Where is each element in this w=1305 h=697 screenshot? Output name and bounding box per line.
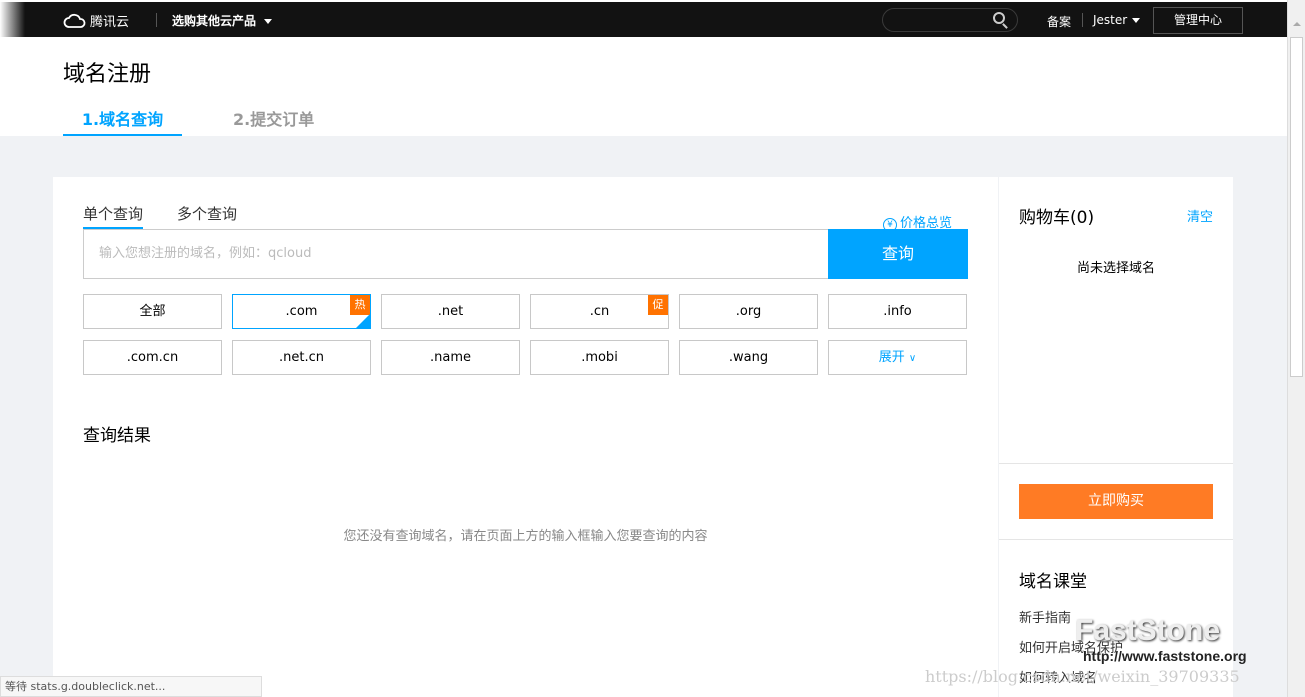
tld-option[interactable]: 全部 <box>83 294 222 329</box>
tld-label: .wang <box>728 350 769 365</box>
window-edge <box>0 2 25 37</box>
tld-option[interactable]: .com 热 <box>232 294 371 329</box>
tld-label: .com.cn <box>126 350 179 365</box>
page-header: 域名注册 1.域名查询 2.提交订单 <box>0 37 1287 136</box>
lesson-link[interactable]: 新手指南 <box>1019 607 1071 626</box>
tab-multi-query[interactable]: 多个查询 <box>177 203 237 229</box>
query-panel: 单个查询 多个查询 ¥ 价格总览 输入您想注册的域名，例如：qcloud 查询 全… <box>53 177 998 697</box>
tencent-cloud-logo[interactable]: 腾讯云 <box>63 11 129 30</box>
console-button[interactable]: 管理中心 <box>1153 7 1243 34</box>
tld-badge: 促 <box>648 295 668 315</box>
tld-label: .net.cn <box>279 350 324 365</box>
expand-label: 展开 <box>878 350 905 365</box>
tld-label: 全部 <box>139 304 166 319</box>
divider <box>999 463 1233 464</box>
search-input[interactable] <box>882 8 1018 32</box>
watermark-blog: https://blog.csdn.net/weixin_39709335 <box>925 667 1240 686</box>
products-label: 选购其他云产品 <box>172 14 257 28</box>
cloud-icon <box>63 13 86 28</box>
beian-link[interactable]: 备案 <box>1047 13 1071 30</box>
divider <box>999 539 1233 540</box>
tld-label: .net <box>437 304 464 319</box>
search-icon[interactable] <box>993 12 1005 24</box>
scrollbar[interactable] <box>1287 0 1305 697</box>
domain-input[interactable]: 输入您想注册的域名，例如：qcloud <box>83 229 829 279</box>
chevron-down-icon: ∨ <box>908 353 917 364</box>
tld-label: .org <box>735 304 762 319</box>
tld-option[interactable]: .net <box>381 294 520 329</box>
products-menu[interactable]: 选购其他云产品 <box>172 12 273 29</box>
cart-title: 购物车(0) <box>1019 208 1095 228</box>
step-tab-order[interactable]: 2.提交订单 <box>233 106 314 130</box>
tld-option[interactable]: .org <box>679 294 818 329</box>
caret-down-icon <box>1132 18 1141 23</box>
divider <box>1082 13 1083 27</box>
watermark-brand: FastStone <box>1075 614 1221 647</box>
tld-label: .com <box>285 304 318 319</box>
step-tab-query[interactable]: 1.域名查询 <box>63 106 182 136</box>
username: Jester <box>1093 13 1128 27</box>
brand-name: 腾讯云 <box>90 15 130 30</box>
divider <box>156 13 157 27</box>
tld-label: .info <box>883 304 912 319</box>
tld-option[interactable]: .wang <box>679 340 818 375</box>
tld-badge: 热 <box>350 295 370 315</box>
buy-now-button[interactable]: 立即购买 <box>1019 484 1213 519</box>
clear-cart-link[interactable]: 清空 <box>1187 206 1213 225</box>
scroll-up-icon[interactable] <box>1293 22 1301 26</box>
page-title: 域名注册 <box>63 62 152 87</box>
cart-empty-message: 尚未选择域名 <box>1076 261 1155 276</box>
tld-option[interactable]: .name <box>381 340 520 375</box>
tld-label: .name <box>430 350 471 365</box>
tab-single-query[interactable]: 单个查询 <box>83 203 144 229</box>
tld-option[interactable]: .cn 促 <box>530 294 669 329</box>
lesson-title: 域名课堂 <box>1019 572 1087 592</box>
browser-status-bar: 等待 stats.g.doubleclick.net... <box>0 676 262 697</box>
watermark-url: http://www.faststone.org <box>1083 648 1247 664</box>
scrollbar-thumb[interactable] <box>1290 37 1303 377</box>
tld-option[interactable]: .info <box>828 294 967 329</box>
tld-option[interactable]: .mobi <box>530 340 669 375</box>
tld-option[interactable]: .net.cn <box>232 340 371 375</box>
query-button[interactable]: 查询 <box>828 229 968 279</box>
tld-label: .cn <box>589 304 610 319</box>
selected-check-icon <box>356 314 370 328</box>
top-nav-bar: 腾讯云 选购其他云产品 备案 Jester 管理中心 <box>0 0 1287 37</box>
tld-label: .mobi <box>581 350 618 365</box>
expand-button[interactable]: 展开 ∨ <box>828 340 967 375</box>
caret-down-icon <box>264 19 273 24</box>
results-title: 查询结果 <box>83 426 151 446</box>
user-menu[interactable]: Jester <box>1093 13 1141 27</box>
empty-results-message: 您还没有查询域名，请在页面上方的输入框输入您要查询的内容 <box>343 529 708 544</box>
tld-option[interactable]: .com.cn <box>83 340 222 375</box>
